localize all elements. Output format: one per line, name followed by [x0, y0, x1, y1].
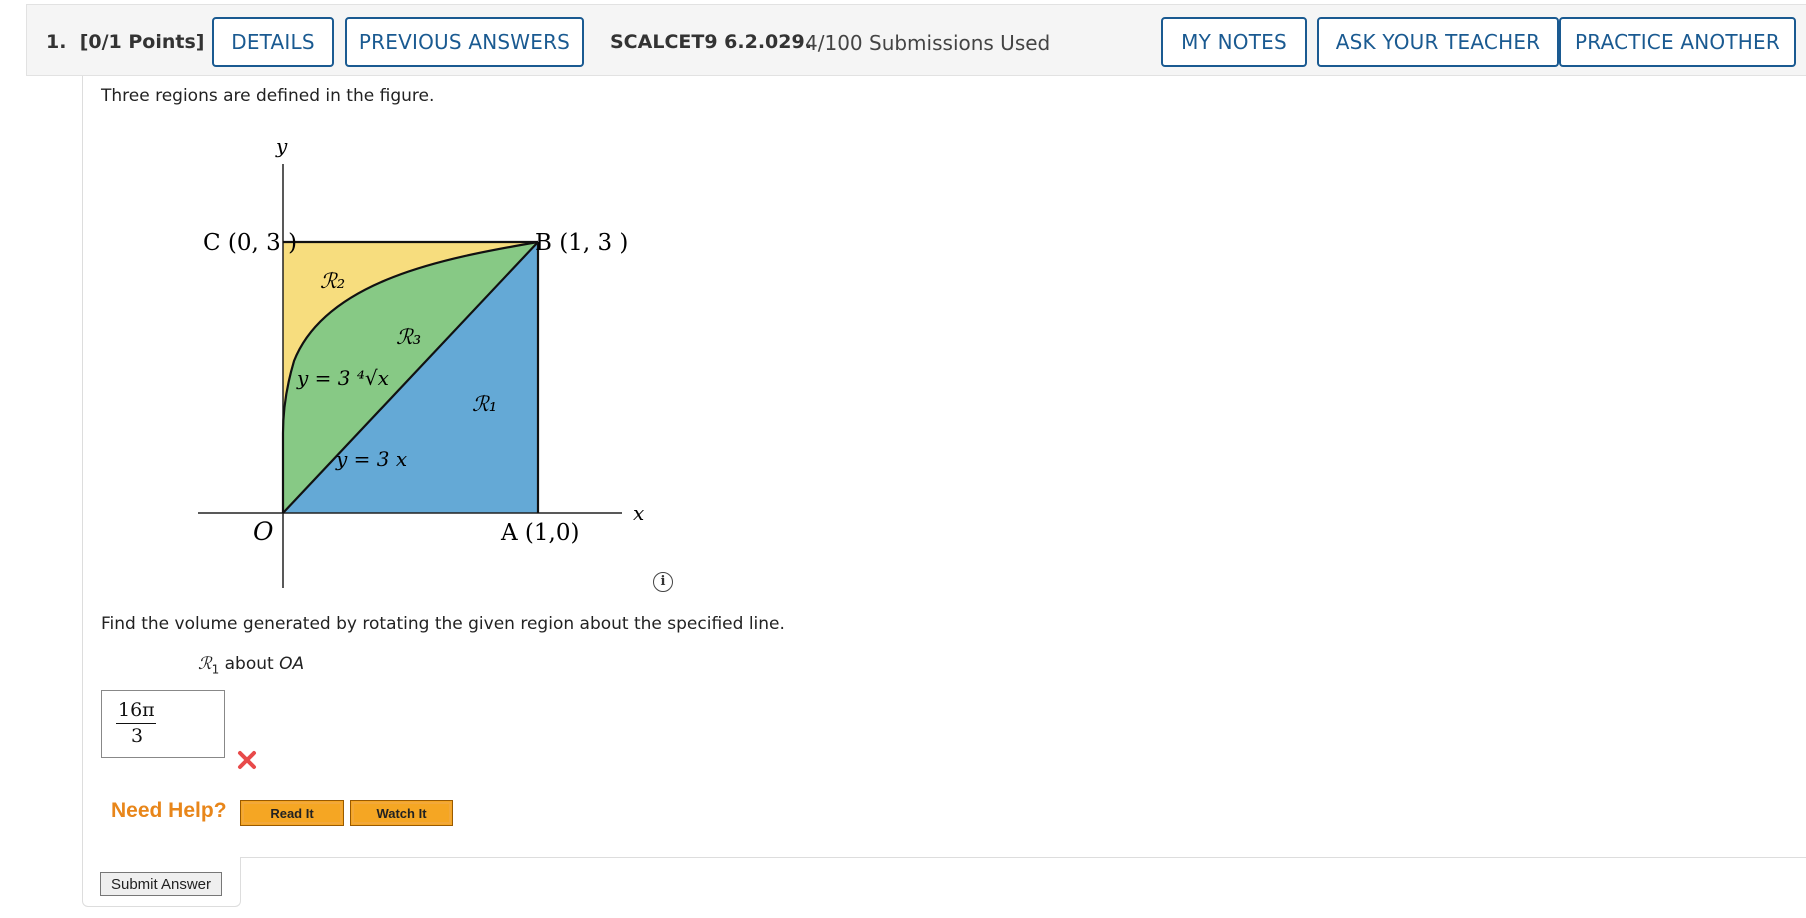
question-points: [0/1 Points]	[79, 31, 205, 53]
y-axis-label: y	[275, 134, 288, 158]
need-help-label: Need Help?	[111, 799, 227, 822]
answer-numerator: 16π	[118, 699, 155, 721]
my-notes-button[interactable]: MY NOTES	[1161, 17, 1307, 67]
region-3-label: ℛ₃	[396, 325, 421, 349]
point-c-label: C (0, 3 )	[203, 230, 297, 256]
lower-line-label: y = 3 x	[335, 447, 407, 471]
ask-your-teacher-button[interactable]: ASK YOUR TEACHER	[1317, 17, 1559, 67]
submit-answer-button[interactable]: Submit Answer	[100, 872, 222, 896]
upper-curve-label: y = 3 ⁴√x	[296, 366, 389, 390]
point-b-label: B (1, 3 )	[535, 230, 628, 256]
fraction-bar	[116, 723, 156, 724]
region-symbol: ℛ	[198, 654, 212, 674]
question-header: 1. [0/1 Points] DETAILS PREVIOUS ANSWERS…	[26, 4, 1806, 76]
panel-divider	[240, 857, 1806, 858]
about-text: about	[224, 654, 274, 674]
practice-another-button[interactable]: PRACTICE ANOTHER	[1559, 17, 1796, 67]
question-code: SCALCET9 6.2.029.	[610, 31, 812, 53]
origin-label: O	[253, 517, 274, 546]
region-subscript: 1	[211, 662, 220, 677]
previous-answers-button[interactable]: PREVIOUS ANSWERS	[345, 17, 584, 67]
answer-denominator: 3	[131, 725, 144, 747]
question-intro: Three regions are defined in the figure.	[101, 86, 435, 106]
watch-it-button[interactable]: Watch It	[350, 800, 453, 826]
read-it-button[interactable]: Read It	[240, 800, 344, 826]
x-axis-label: x	[633, 501, 644, 525]
info-icon[interactable]: i	[653, 572, 673, 592]
details-button[interactable]: DETAILS	[212, 17, 334, 67]
x-mark-icon	[238, 751, 256, 769]
submissions-used: 4/100 Submissions Used	[805, 31, 1051, 55]
regions-figure: y x C (0, 3 ) B (1, 3 ) A (1,0) O ℛ₂ ℛ₃ …	[198, 134, 644, 588]
rotation-axis: OA	[279, 654, 305, 674]
region-2-label: ℛ₂	[320, 269, 345, 293]
question-instruction: Find the volume generated by rotating th…	[101, 614, 785, 634]
point-a-label: A (1,0)	[500, 520, 579, 546]
question-number: 1. [0/1 Points]	[46, 31, 205, 53]
answer-input[interactable]: 16π 3	[101, 690, 225, 758]
region-1-label: ℛ₁	[472, 392, 497, 416]
region-specification: ℛ1 about OA	[198, 654, 304, 676]
